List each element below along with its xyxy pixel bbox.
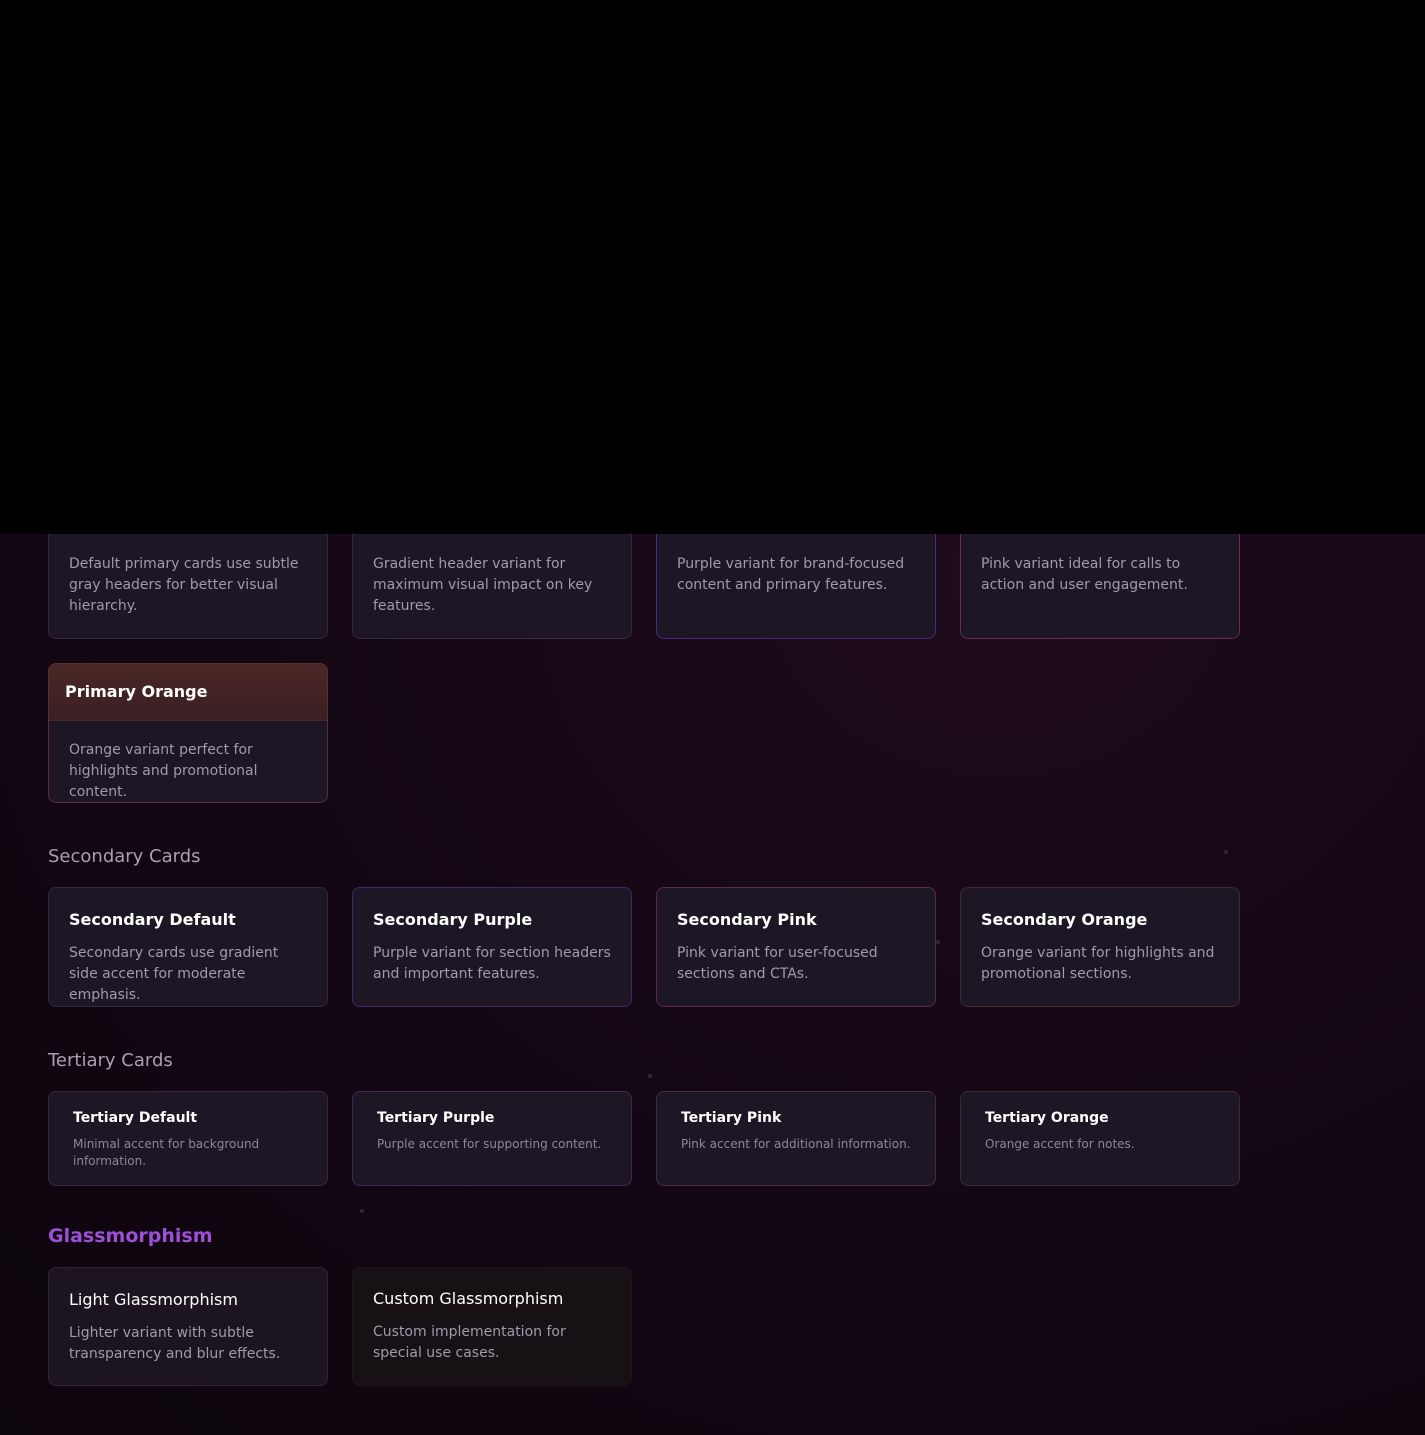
card-title: Secondary Default	[69, 910, 236, 929]
card-description: Purple variant for section headers and i…	[373, 945, 611, 982]
tertiary-default-card[interactable]: Tertiary Default Minimal accent for back…	[48, 1091, 328, 1186]
decorative-dot	[360, 1209, 364, 1213]
card-description: Orange variant for highlights and promot…	[981, 945, 1215, 982]
primary-orange-card[interactable]: Primary Orange Orange variant perfect fo…	[48, 663, 328, 803]
card-description: Minimal accent for background informatio…	[73, 1137, 260, 1168]
card-description: Pink variant for user-focused sections a…	[677, 945, 878, 982]
decorative-dot	[1224, 850, 1228, 854]
card-title: Tertiary Default	[73, 1110, 198, 1126]
card-description: Orange variant perfect for highlights an…	[69, 742, 258, 800]
secondary-pink-card[interactable]: Secondary Pink Pink variant for user-foc…	[656, 887, 936, 1007]
secondary-default-card[interactable]: Secondary Default Secondary cards use gr…	[48, 887, 328, 1007]
secondary-orange-card[interactable]: Secondary Orange Orange variant for high…	[960, 887, 1240, 1007]
card-title: Custom Glassmorphism	[373, 1289, 564, 1308]
card-description: Pink variant ideal for calls to action a…	[981, 556, 1188, 593]
card-title: Secondary Purple	[373, 910, 533, 929]
card-title: Primary Orange	[65, 682, 208, 701]
card-title: Secondary Orange	[981, 910, 1148, 929]
card-title: Tertiary Orange	[985, 1110, 1109, 1126]
tertiary-orange-card[interactable]: Tertiary Orange Orange accent for notes.	[960, 1091, 1240, 1186]
light-glassmorphism-card[interactable]: Light Glassmorphism Lighter variant with…	[48, 1267, 328, 1386]
decorative-dot	[936, 940, 940, 944]
card-header: Primary Orange	[49, 664, 327, 721]
secondary-purple-card[interactable]: Secondary Purple Purple variant for sect…	[352, 887, 632, 1007]
card-description: Lighter variant with subtle transparency…	[69, 1325, 281, 1362]
card-description: Custom implementation for special use ca…	[373, 1324, 566, 1361]
card-title: Light Glassmorphism	[69, 1290, 238, 1309]
card-description: Default primary cards use subtle gray he…	[69, 556, 299, 614]
card-description: Pink accent for additional information.	[681, 1137, 911, 1151]
custom-glassmorphism-card[interactable]: Custom Glassmorphism Custom implementati…	[352, 1267, 632, 1386]
black-overlay	[0, 0, 1425, 534]
card-description: Secondary cards use gradient side accent…	[69, 945, 279, 1003]
secondary-section-title: Secondary Cards	[48, 846, 201, 867]
glassmorphism-section-title: Glassmorphism	[48, 1225, 213, 1247]
card-description: Gradient header variant for maximum visu…	[373, 556, 593, 614]
tertiary-pink-card[interactable]: Tertiary Pink Pink accent for additional…	[656, 1091, 936, 1186]
card-description: Purple variant for brand-focused content…	[677, 556, 905, 593]
card-description: Orange accent for notes.	[985, 1137, 1135, 1151]
decorative-dot	[648, 1074, 652, 1078]
tertiary-section-title: Tertiary Cards	[48, 1050, 173, 1071]
card-title: Tertiary Pink	[681, 1110, 782, 1126]
card-description: Purple accent for supporting content.	[377, 1137, 602, 1151]
card-title: Tertiary Purple	[377, 1110, 495, 1126]
card-title: Secondary Pink	[677, 910, 817, 929]
tertiary-purple-card[interactable]: Tertiary Purple Purple accent for suppor…	[352, 1091, 632, 1186]
